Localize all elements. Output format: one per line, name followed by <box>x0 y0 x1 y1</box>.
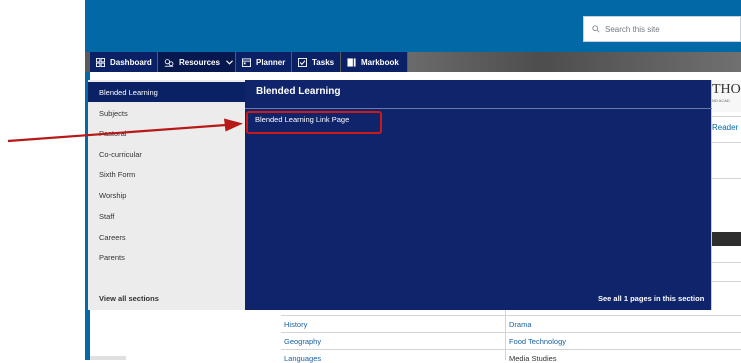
nav-tasks-label: Tasks <box>312 57 335 67</box>
menu-item-co-curricular[interactable]: Co-curricular <box>88 144 245 164</box>
markbook-icon <box>347 57 356 67</box>
dashboard-icon <box>96 57 105 67</box>
divider <box>712 142 741 143</box>
table-divider <box>281 332 741 333</box>
menu-item-sixth-form[interactable]: Sixth Form <box>88 164 245 184</box>
table-cell[interactable]: Languages <box>284 354 321 363</box>
table-divider <box>281 349 741 350</box>
nav-resources[interactable]: Resources <box>158 52 236 72</box>
search-icon <box>592 25 600 33</box>
nav-markbook-label: Markbook <box>361 57 399 67</box>
menu-item-careers[interactable]: Careers <box>88 227 245 247</box>
menu-item-blended-learning[interactable]: Blended Learning <box>88 82 245 102</box>
reader-link[interactable]: Reader <box>712 123 738 132</box>
panel-title: Blended Learning <box>256 86 341 97</box>
nav-markbook[interactable]: Markbook <box>341 52 408 72</box>
nav-planner-label: Planner <box>256 57 286 67</box>
nav-dashboard[interactable]: Dashboard <box>90 52 158 72</box>
nav-resources-label: Resources <box>179 57 220 67</box>
nav-planner[interactable]: Planner <box>236 52 292 72</box>
see-all-pages-link[interactable]: See all 1 pages in this section <box>598 294 704 303</box>
menu-item-pastoral[interactable]: Pastoral <box>88 123 245 143</box>
table-cell[interactable]: Food Technology <box>509 337 566 346</box>
table-cell[interactable]: Media Studies <box>509 354 557 363</box>
menu-item-staff[interactable]: Staff <box>88 206 245 226</box>
nav-tasks[interactable]: Tasks <box>292 52 341 72</box>
menu-item-parents[interactable]: Parents <box>88 247 245 267</box>
scrollbar[interactable] <box>90 356 126 360</box>
table-divider <box>281 315 741 316</box>
table-header <box>712 232 741 246</box>
logo-text: THO <box>712 82 741 97</box>
divider <box>712 262 741 263</box>
divider <box>712 281 741 282</box>
menu-item-subjects[interactable]: Subjects <box>88 103 245 123</box>
logo-subtext: ND ACAD <box>712 98 730 103</box>
school-logo: THO ND ACAD <box>712 80 741 112</box>
table-cell[interactable]: History <box>284 320 307 329</box>
divider <box>712 116 741 117</box>
tasks-icon <box>298 57 307 67</box>
view-all-sections-link[interactable]: View all sections <box>88 288 245 308</box>
panel-divider <box>245 108 712 109</box>
resources-icon <box>164 58 174 67</box>
divider <box>712 178 741 179</box>
chevron-down-icon <box>225 59 233 65</box>
nav-dashboard-label: Dashboard <box>110 57 152 67</box>
nav-banner-image <box>408 52 741 72</box>
planner-icon <box>242 57 251 67</box>
table-cell[interactable]: Geography <box>284 337 321 346</box>
highlight-box <box>246 111 382 134</box>
search-input[interactable]: Search this site <box>583 16 741 42</box>
search-placeholder: Search this site <box>605 24 660 34</box>
table-cell[interactable]: Drama <box>509 320 532 329</box>
table-column-divider <box>505 310 506 360</box>
menu-item-worship[interactable]: Worship <box>88 185 245 205</box>
